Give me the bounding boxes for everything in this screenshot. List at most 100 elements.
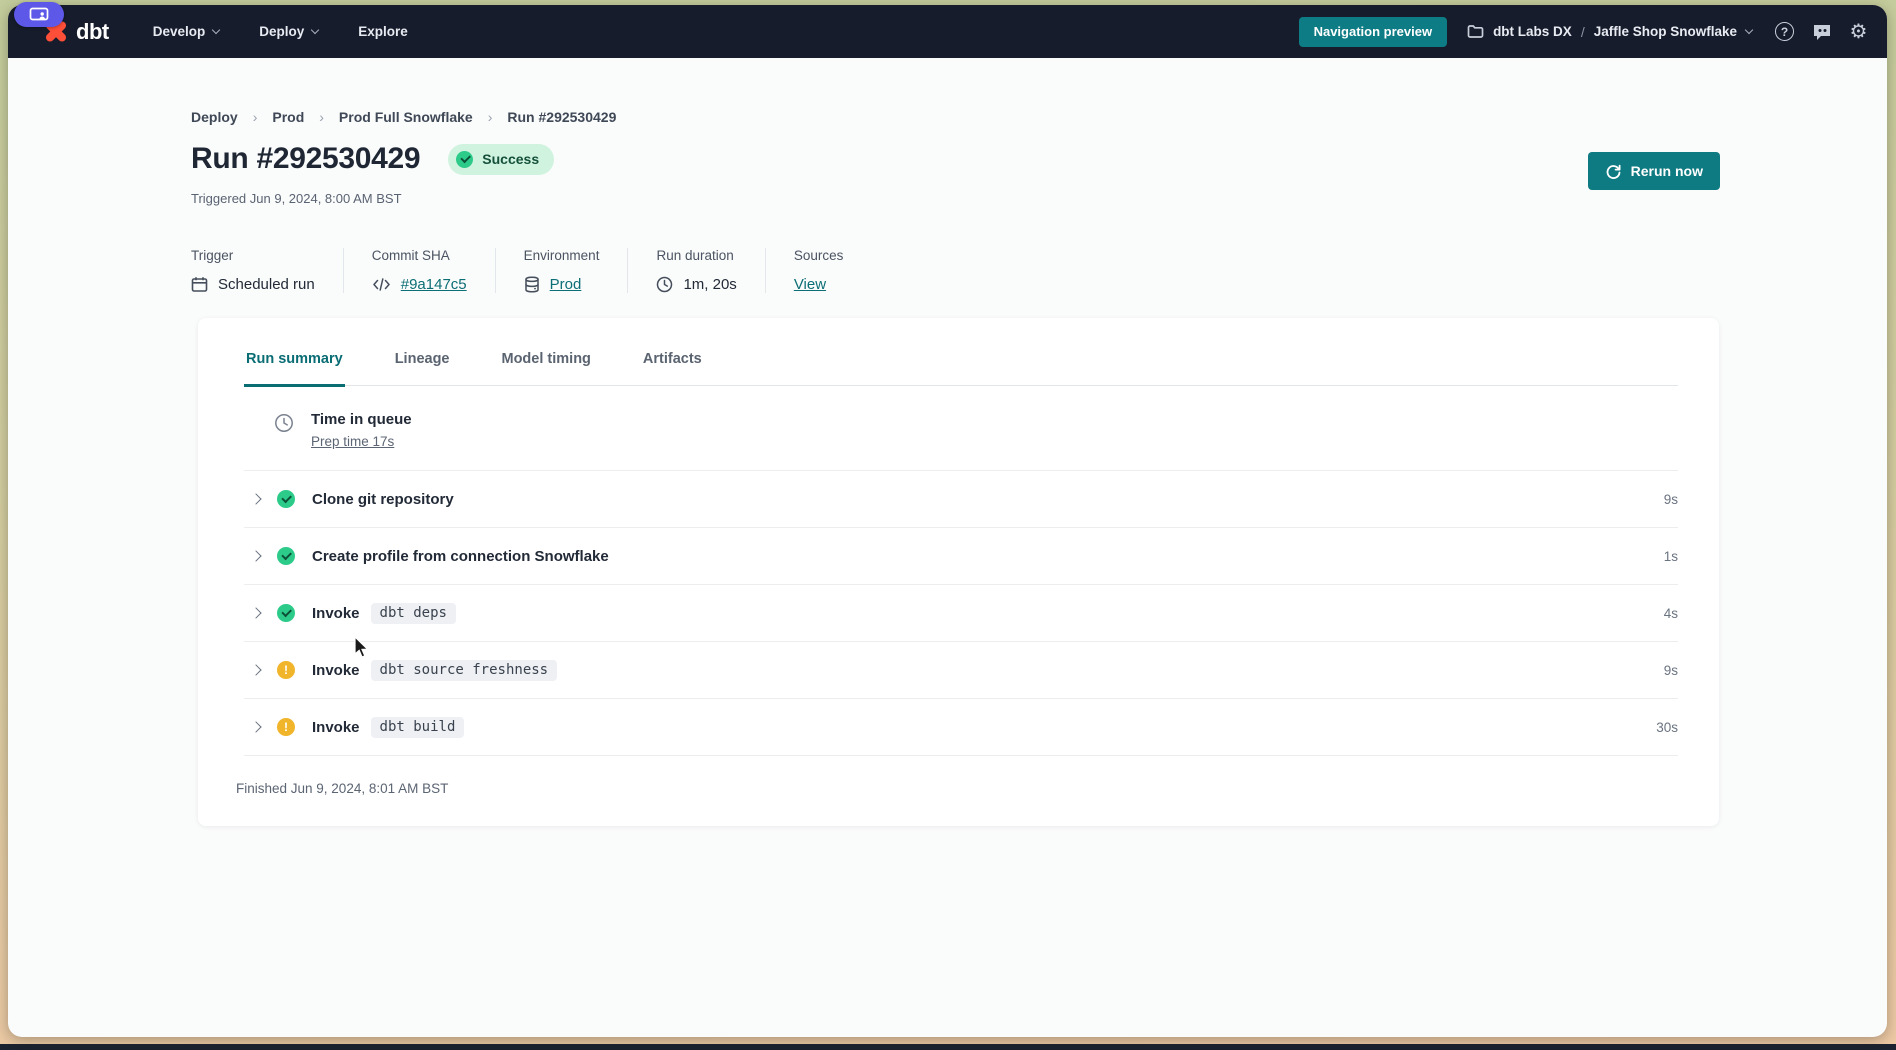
- tab-model-timing[interactable]: Model timing: [500, 351, 593, 387]
- breadcrumb-job[interactable]: Prod Full Snowflake: [339, 109, 473, 125]
- clock-icon: [274, 413, 294, 449]
- nav-menu-explore-label: Explore: [358, 24, 408, 39]
- meta-run-duration: Run duration 1m, 20s: [627, 248, 764, 293]
- time-in-queue-title: Time in queue: [311, 411, 412, 428]
- prep-time-link[interactable]: Prep time 17s: [311, 434, 412, 449]
- app-window: dbt Develop Deploy Explore Navigation pr…: [8, 5, 1887, 1037]
- expand-chevron-icon[interactable]: [250, 721, 261, 732]
- mouse-cursor: [353, 636, 371, 665]
- step-label: Invoke: [312, 719, 360, 736]
- main-nav: Develop Deploy Explore: [153, 24, 408, 39]
- time-in-queue-block: Time in queue Prep time 17s: [244, 386, 1678, 471]
- step-row-dbt-source-freshness[interactable]: Invoke dbt source freshness 9s: [244, 642, 1678, 699]
- folder-icon: [1467, 24, 1484, 39]
- feedback-icon: [1812, 23, 1832, 41]
- chevron-down-icon: [311, 25, 319, 33]
- tab-run-summary[interactable]: Run summary: [244, 351, 345, 387]
- code-icon: [372, 277, 391, 292]
- breadcrumb-deploy[interactable]: Deploy: [191, 109, 238, 125]
- chevron-down-icon: [1745, 25, 1753, 33]
- expand-chevron-icon[interactable]: [250, 607, 261, 618]
- step-label: Invoke: [312, 605, 360, 622]
- page-header: Deploy › Prod › Prod Full Snowflake › Ru…: [191, 109, 1720, 293]
- environment-link[interactable]: Prod: [550, 276, 582, 293]
- commit-sha-link[interactable]: #9a147c5: [401, 276, 467, 293]
- breadcrumb-separator: ›: [488, 109, 493, 125]
- meta-commit-sha: Commit SHA #9a147c5: [343, 248, 495, 293]
- nav-menu-deploy-label: Deploy: [259, 24, 304, 39]
- screen-share-icon: [29, 7, 49, 22]
- nav-menu-develop[interactable]: Develop: [153, 24, 220, 39]
- success-check-icon: [277, 490, 295, 508]
- step-duration: 30s: [1656, 720, 1678, 735]
- success-check-icon: [277, 547, 295, 565]
- step-command: dbt source freshness: [371, 660, 558, 681]
- step-duration: 4s: [1664, 606, 1678, 621]
- tab-bar: Run summary Lineage Model timing Artifac…: [244, 318, 1678, 386]
- nav-menu-deploy[interactable]: Deploy: [259, 24, 318, 39]
- success-check-icon: [277, 604, 295, 622]
- meta-value-text: Scheduled run: [218, 276, 315, 293]
- step-duration: 1s: [1664, 549, 1678, 564]
- help-icon: [1775, 22, 1794, 41]
- breadcrumb-separator: ›: [319, 109, 324, 125]
- expand-chevron-icon[interactable]: [250, 664, 261, 675]
- meta-environment: Environment Prod: [495, 248, 628, 293]
- gear-icon: ⚙: [1850, 22, 1868, 42]
- feedback-button[interactable]: [1809, 19, 1834, 44]
- meta-label: Commit SHA: [372, 248, 467, 263]
- expand-chevron-icon[interactable]: [250, 550, 261, 561]
- account-separator: /: [1581, 24, 1585, 40]
- warning-icon: [277, 718, 295, 736]
- step-label: Create profile from connection Snowflake: [312, 548, 609, 565]
- meta-value-text: 1m, 20s: [683, 276, 736, 293]
- meta-label: Environment: [524, 248, 600, 263]
- breadcrumb-prod[interactable]: Prod: [272, 109, 304, 125]
- step-row-dbt-deps[interactable]: Invoke dbt deps 4s: [244, 585, 1678, 642]
- step-command: dbt deps: [371, 603, 456, 624]
- meta-sources: Sources View: [765, 248, 872, 293]
- breadcrumb-run[interactable]: Run #292530429: [507, 109, 616, 125]
- dbt-logo-label: dbt: [76, 19, 109, 45]
- triggered-timestamp: Triggered Jun 9, 2024, 8:00 AM BST: [191, 191, 1720, 206]
- step-label: Clone git repository: [312, 491, 454, 508]
- tab-artifacts[interactable]: Artifacts: [641, 351, 704, 387]
- rerun-now-button[interactable]: Rerun now: [1588, 152, 1720, 190]
- help-button[interactable]: [1772, 19, 1797, 44]
- expand-chevron-icon[interactable]: [250, 493, 261, 504]
- settings-button[interactable]: ⚙: [1846, 19, 1871, 44]
- breadcrumb: Deploy › Prod › Prod Full Snowflake › Ru…: [191, 109, 1720, 125]
- rerun-now-label: Rerun now: [1631, 163, 1703, 179]
- finished-timestamp: Finished Jun 9, 2024, 8:01 AM BST: [236, 756, 1678, 796]
- step-duration: 9s: [1664, 492, 1678, 507]
- clock-icon: [656, 276, 673, 293]
- calendar-icon: [191, 276, 208, 293]
- status-badge: Success: [448, 144, 554, 175]
- status-badge-label: Success: [482, 151, 539, 167]
- step-row-clone-git[interactable]: Clone git repository 9s: [244, 471, 1678, 528]
- refresh-icon: [1605, 163, 1622, 180]
- project-name: Jaffle Shop Snowflake: [1594, 24, 1737, 39]
- step-row-create-profile[interactable]: Create profile from connection Snowflake…: [244, 528, 1678, 585]
- step-duration: 9s: [1664, 663, 1678, 678]
- meta-trigger: Trigger Scheduled run: [191, 248, 343, 293]
- navigation-preview-button[interactable]: Navigation preview: [1299, 17, 1447, 47]
- tab-lineage[interactable]: Lineage: [393, 351, 452, 387]
- account-name: dbt Labs DX: [1493, 24, 1572, 39]
- top-navbar: dbt Develop Deploy Explore Navigation pr…: [8, 5, 1887, 58]
- database-icon: [524, 276, 540, 293]
- warning-icon: [277, 661, 295, 679]
- nav-menu-develop-label: Develop: [153, 24, 206, 39]
- breadcrumb-separator: ›: [253, 109, 258, 125]
- navbar-right: Navigation preview dbt Labs DX / Jaffle …: [1299, 17, 1871, 47]
- chevron-down-icon: [212, 25, 220, 33]
- presence-badge[interactable]: [14, 2, 64, 27]
- run-summary-card: Run summary Lineage Model timing Artifac…: [198, 318, 1719, 826]
- page-title: Run #292530429: [191, 142, 420, 176]
- account-project-switcher[interactable]: dbt Labs DX / Jaffle Shop Snowflake: [1467, 24, 1752, 40]
- step-row-dbt-build[interactable]: Invoke dbt build 30s: [244, 699, 1678, 756]
- nav-menu-explore[interactable]: Explore: [358, 24, 408, 39]
- sources-view-link[interactable]: View: [794, 276, 826, 293]
- meta-label: Run duration: [656, 248, 736, 263]
- meta-label: Sources: [794, 248, 844, 263]
